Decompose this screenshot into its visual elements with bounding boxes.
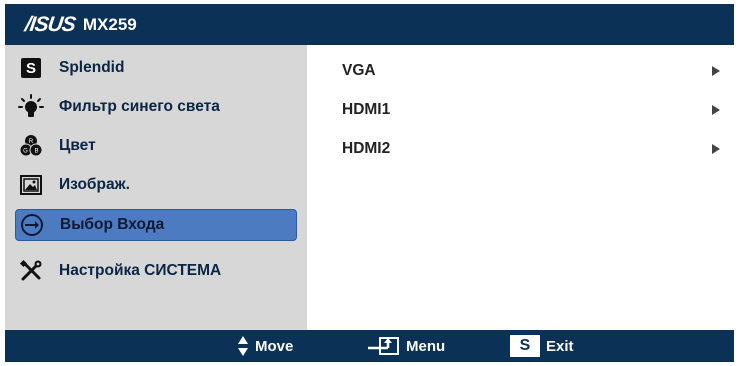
hint-menu-label: Menu — [406, 337, 446, 355]
submenu-panel: VGA HDMI1 HDMI2 — [307, 45, 734, 330]
menu-item-label: Фильтр синего света — [59, 98, 220, 115]
enter-key-icon — [368, 337, 399, 355]
svg-text:R: R — [29, 139, 34, 145]
arrow-right-icon — [712, 105, 720, 115]
splendid-s-icon: S — [17, 54, 45, 82]
option-vga[interactable]: VGA — [342, 58, 722, 84]
menu-item-label: Выбор Входа — [60, 216, 165, 233]
menu-item-label: Цвет — [59, 137, 96, 154]
menu-item-splendid[interactable]: S Splendid — [15, 52, 297, 84]
option-label: HDMI1 — [342, 101, 391, 118]
model-name: MX259 — [82, 15, 137, 34]
arrow-right-icon — [712, 144, 720, 154]
brand: /ISUS MX259 — [23, 13, 137, 37]
hint-move: Move — [237, 330, 293, 362]
title-bar: /ISUS MX259 — [5, 4, 734, 45]
svg-text:G: G — [23, 149, 28, 155]
menu-item-system-setup[interactable]: Настройка СИСТЕМА — [15, 255, 297, 287]
hint-exit-label: Exit — [546, 337, 574, 355]
up-down-arrows-icon — [238, 336, 248, 356]
osd-menu: /ISUS MX259 S Splendid Фильтр синего све… — [5, 4, 734, 362]
option-hdmi2[interactable]: HDMI2 — [342, 136, 722, 162]
bulb-icon — [17, 93, 45, 121]
menu-item-label: Настройка СИСТЕМА — [59, 262, 222, 279]
input-select-icon — [18, 211, 46, 239]
menu-item-blue-light-filter[interactable]: Фильтр синего света — [15, 91, 297, 123]
option-label: VGA — [342, 62, 376, 79]
menu-item-label: Splendid — [59, 59, 125, 76]
key-hints-bar: Move Menu S Exit — [5, 330, 734, 362]
image-icon — [17, 171, 45, 199]
s-key-icon: S — [510, 335, 540, 357]
hint-move-label: Move — [255, 337, 294, 355]
option-hdmi1[interactable]: HDMI1 — [342, 97, 722, 123]
main-menu-sidebar: S Splendid Фильтр синего света R G B Цве… — [5, 45, 307, 330]
tools-icon — [17, 257, 45, 285]
hint-exit: S Exit — [510, 330, 574, 362]
hint-menu: Menu — [366, 330, 445, 362]
option-label: HDMI2 — [342, 140, 391, 157]
asus-logo: /ISUS — [23, 13, 77, 36]
rgb-icon: R G B — [17, 132, 45, 160]
menu-item-color[interactable]: R G B Цвет — [15, 130, 297, 162]
svg-text:B: B — [34, 149, 38, 155]
menu-item-label: Изображ. — [59, 176, 130, 193]
menu-item-image[interactable]: Изображ. — [15, 169, 297, 201]
arrow-right-icon — [712, 66, 720, 76]
menu-item-input-select[interactable]: Выбор Входа — [15, 209, 297, 241]
